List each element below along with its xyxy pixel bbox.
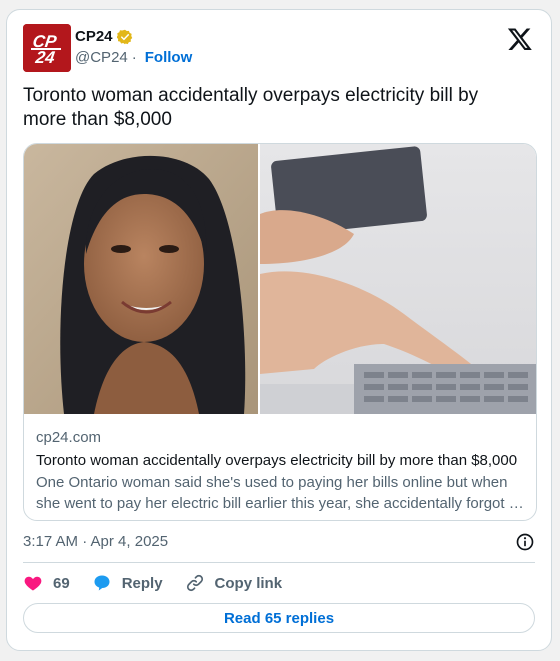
- tweet-header: CP 24 CP24 @CP24 · Follow: [23, 22, 535, 74]
- like-count: 69: [53, 574, 70, 592]
- timestamp-row: 3:17 AM · Apr 4, 2025: [23, 533, 535, 553]
- reply-label: Reply: [121, 574, 163, 592]
- tweet-text: Toronto woman accidentally overpays elec…: [23, 85, 479, 130]
- like-button[interactable]: 69: [23, 573, 70, 593]
- cp24-logo-icon: CP 24: [23, 24, 71, 72]
- reply-bubble-icon: [94, 575, 110, 591]
- follow-link[interactable]: Follow: [145, 49, 193, 66]
- copy-link-label: Copy link: [214, 574, 283, 592]
- tweet-timestamp[interactable]: 3:17 AM · Apr 4, 2025: [23, 533, 168, 550]
- separator-dot: ·: [131, 49, 137, 66]
- divider: [23, 562, 535, 563]
- link-preview-meta: cp24.com Toronto woman accidentally over…: [36, 428, 524, 514]
- info-icon[interactable]: [515, 532, 535, 552]
- tweet-embed-card: CP 24 CP24 @CP24 · Follow Toronto woman …: [6, 9, 552, 651]
- account-name[interactable]: CP24: [75, 28, 113, 45]
- copy-link-button[interactable]: Copy link: [185, 573, 283, 593]
- read-replies-button[interactable]: Read 65 replies: [23, 603, 535, 633]
- preview-photo: [24, 144, 536, 414]
- verified-badge-icon: [116, 29, 132, 44]
- svg-text:24: 24: [34, 48, 57, 67]
- account-name-row: CP24: [75, 28, 133, 45]
- link-description: One Ontario woman said she's used to pay…: [36, 474, 524, 512]
- heart-icon: [24, 576, 42, 591]
- link-title: Toronto woman accidentally overpays elec…: [36, 452, 518, 469]
- cp24-logo-avatar[interactable]: CP 24: [23, 24, 71, 72]
- link-chain-icon: [186, 574, 203, 592]
- link-preview-card[interactable]: cp24.com Toronto woman accidentally over…: [23, 143, 537, 521]
- handle-row: @CP24 · Follow: [75, 49, 192, 66]
- link-domain: cp24.com: [36, 429, 102, 446]
- action-bar: 69 Reply Copy link: [23, 571, 535, 595]
- reply-button[interactable]: Reply: [92, 573, 163, 593]
- link-preview-image: [24, 144, 536, 414]
- account-handle[interactable]: @CP24: [75, 49, 128, 66]
- x-logo-icon[interactable]: [507, 26, 533, 52]
